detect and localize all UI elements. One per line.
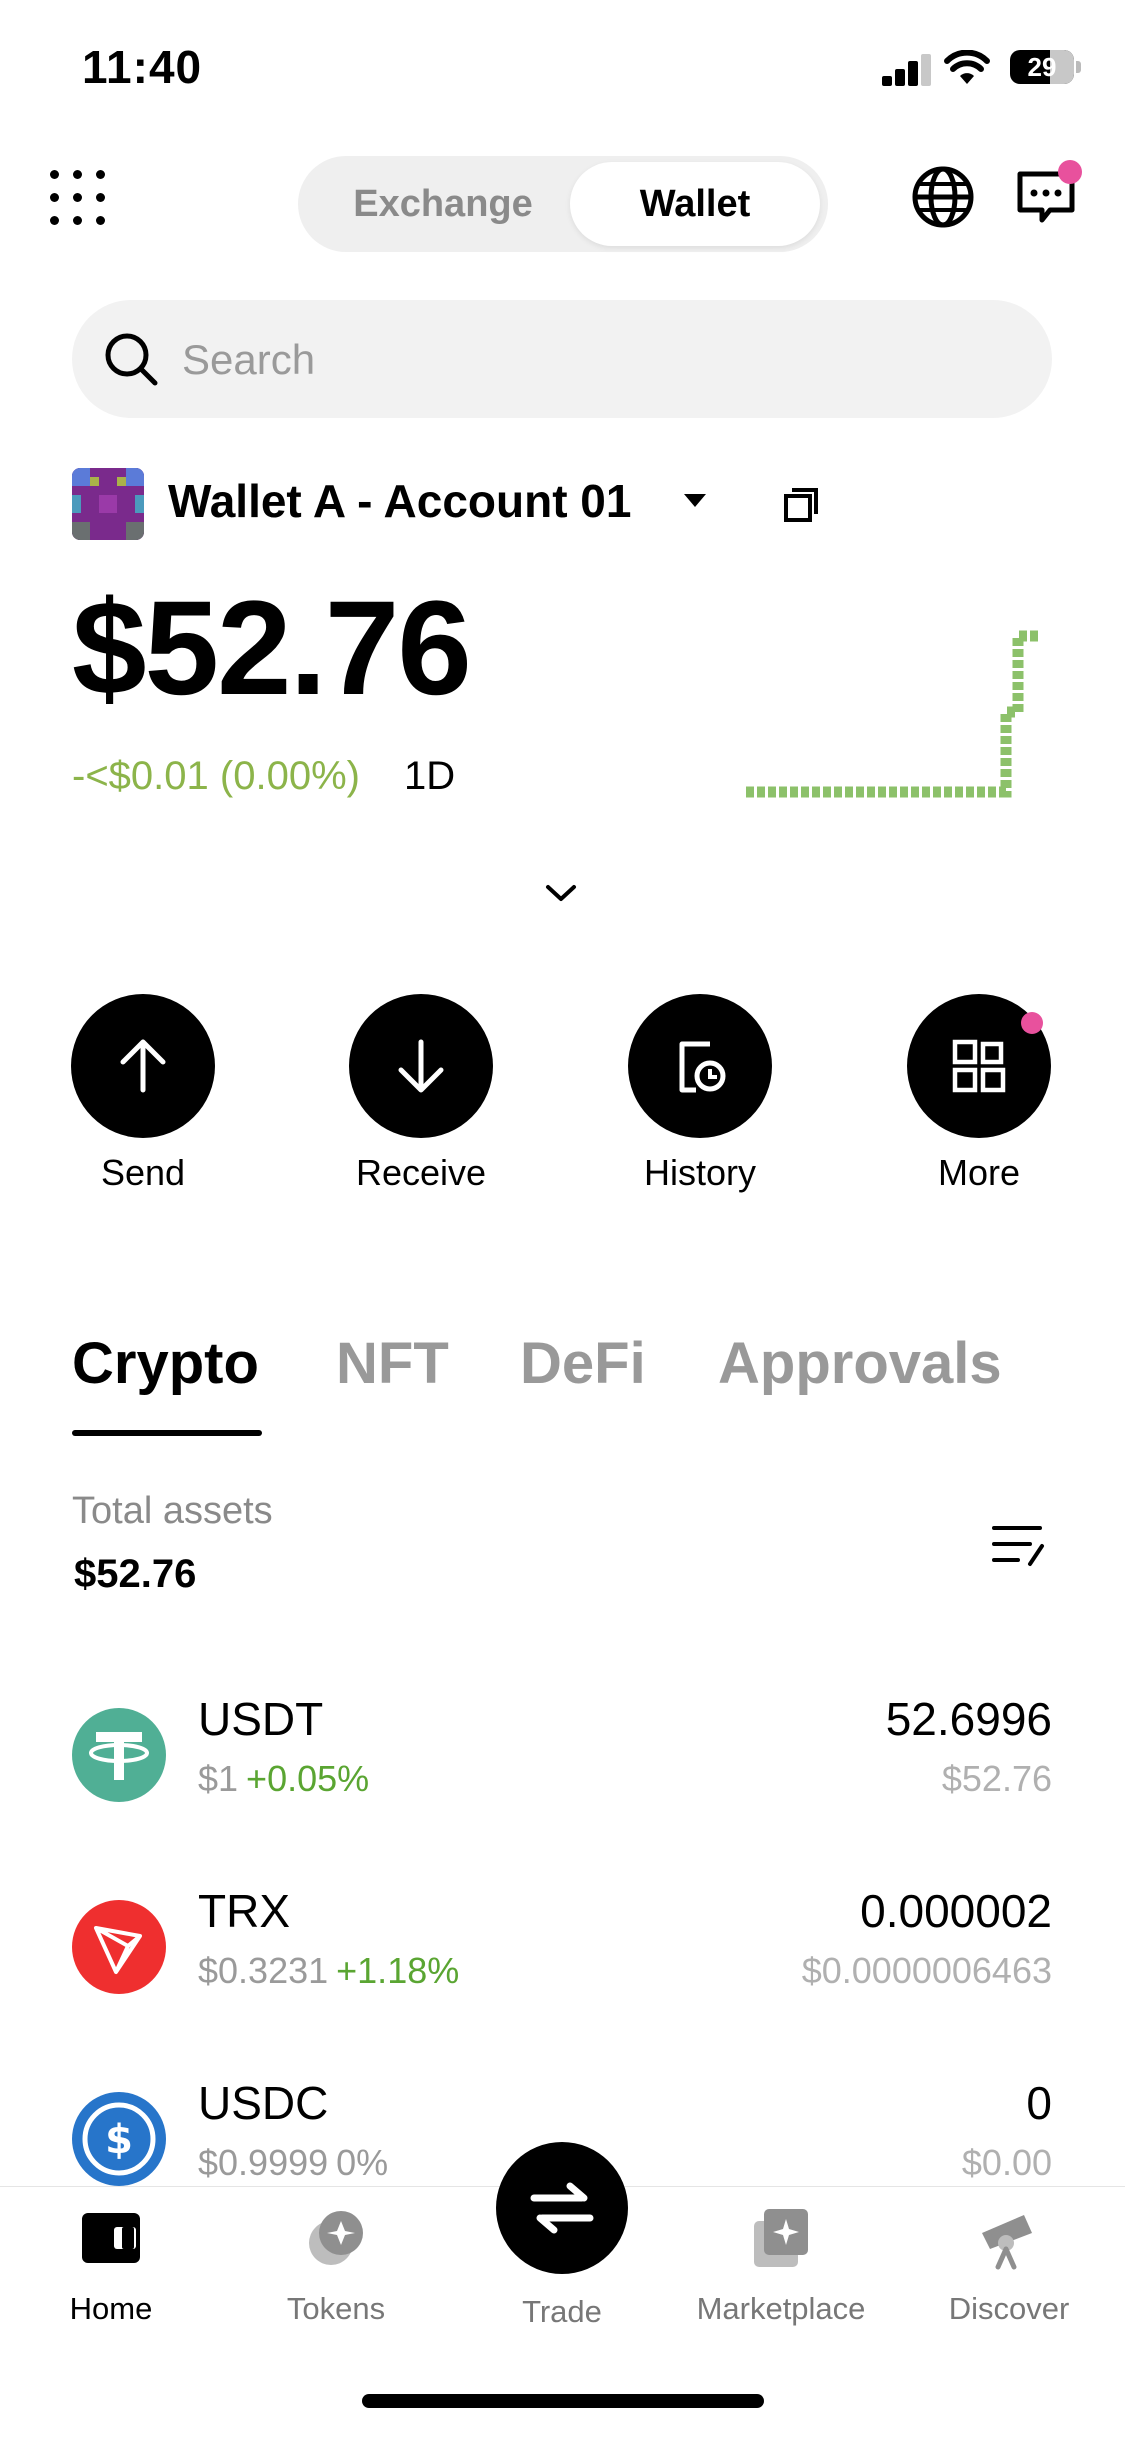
tab-nft[interactable]: NFT — [336, 1330, 449, 1397]
active-tab-indicator — [72, 1430, 262, 1436]
send-button[interactable]: Send — [68, 994, 218, 1194]
tab-crypto[interactable]: Crypto — [72, 1330, 259, 1397]
asset-row-usdt[interactable]: USDT $1 +0.05% 52.6996 $52.76 — [72, 1690, 1052, 1820]
asset-value: $0.00 — [961, 2142, 1052, 2183]
period-selector[interactable]: 1D — [404, 754, 455, 799]
asset-change: +1.18% — [336, 1950, 460, 1991]
asset-price: $1 — [198, 1758, 239, 1799]
usdc-logo-icon: $ — [72, 2092, 166, 2186]
usdt-logo-icon — [72, 1708, 166, 1802]
history-label: History — [643, 1152, 756, 1193]
search-bar[interactable] — [72, 300, 1052, 420]
more-button[interactable]: More — [904, 994, 1054, 1194]
account-name[interactable]: Wallet A - Account 01 — [168, 474, 631, 528]
tokens-icon — [309, 2211, 363, 2265]
avatar[interactable] — [72, 468, 144, 540]
nav-marketplace-label: Marketplace — [696, 2291, 866, 2326]
grid-menu-icon[interactable] — [50, 170, 106, 226]
marketplace-icon — [754, 2209, 808, 2267]
battery-level: 29 — [1027, 52, 1057, 82]
asset-value: $52.76 — [941, 1758, 1052, 1799]
total-assets-value: $52.76 — [74, 1552, 197, 1596]
segment-wallet[interactable]: Wallet — [570, 162, 820, 246]
chevron-down-icon[interactable] — [684, 494, 706, 507]
asset-amount: 0.000002 — [860, 1885, 1052, 1937]
svg-text:$: $ — [105, 2117, 133, 2163]
copy-icon[interactable] — [782, 484, 822, 524]
receive-label: Receive — [355, 1152, 487, 1193]
swap-arrows-icon — [530, 2182, 594, 2234]
total-balance: $52.76 — [72, 574, 472, 723]
send-label: Send — [100, 1152, 186, 1193]
battery-tip — [1076, 61, 1081, 73]
asset-change: +0.05% — [246, 1758, 370, 1799]
asset-price: $0.9999 — [198, 2142, 329, 2183]
trade-button[interactable] — [496, 2142, 628, 2274]
asset-price-line: $1 +0.05% — [198, 1758, 369, 1800]
nav-home-label: Home — [69, 2291, 153, 2326]
asset-amount: 0 — [1026, 2077, 1052, 2129]
apps-grid-icon — [952, 1039, 1006, 1093]
wifi-icon — [944, 50, 990, 84]
sort-filter-icon[interactable] — [990, 1520, 1046, 1570]
nav-tokens[interactable]: Tokens — [251, 2205, 421, 2327]
arrow-down-icon — [398, 1039, 444, 1093]
expand-chevron-icon[interactable] — [544, 882, 578, 904]
battery-icon: 29 — [1010, 50, 1074, 84]
history-button[interactable]: History — [625, 994, 775, 1194]
notification-dot — [1058, 160, 1082, 184]
cellular-signal-icon — [882, 52, 931, 86]
segment-exchange[interactable]: Exchange — [318, 156, 568, 252]
asset-price: $0.3231 — [198, 1950, 329, 1991]
tab-defi[interactable]: DeFi — [520, 1330, 646, 1397]
status-time: 11:40 — [82, 41, 203, 93]
nav-home[interactable]: Home — [26, 2205, 196, 2327]
asset-price-line: $0.9999 0% — [198, 2142, 388, 2184]
more-label: More — [937, 1152, 1021, 1193]
receive-button[interactable]: Receive — [346, 994, 496, 1194]
search-input[interactable] — [180, 300, 984, 420]
balance-sparkline — [746, 630, 1040, 798]
asset-amount: 52.6996 — [885, 1693, 1052, 1745]
history-icon — [679, 1041, 726, 1093]
arrow-up-icon — [120, 1039, 166, 1093]
asset-symbol: USDC — [198, 2077, 329, 2129]
search-icon — [105, 333, 158, 386]
nav-discover[interactable]: Discover — [924, 2205, 1094, 2327]
notification-dot — [1021, 1012, 1043, 1034]
home-indicator[interactable] — [362, 2394, 764, 2408]
nav-marketplace[interactable]: Marketplace — [696, 2205, 866, 2327]
tab-approvals[interactable]: Approvals — [718, 1330, 1002, 1397]
asset-symbol: USDT — [198, 1693, 324, 1745]
telescope-icon — [982, 2215, 1032, 2270]
asset-change: 0% — [336, 2142, 389, 2183]
mode-segmented-control: Exchange Wallet — [298, 156, 828, 252]
nav-discover-label: Discover — [948, 2291, 1070, 2326]
asset-row-trx[interactable]: TRX $0.3231 +1.18% 0.000002 $0.0000006463 — [72, 1882, 1052, 2012]
nav-tokens-label: Tokens — [286, 2291, 386, 2326]
asset-value: $0.0000006463 — [801, 1950, 1052, 1991]
total-assets-label: Total assets — [72, 1490, 273, 1532]
wallet-home-icon — [82, 2213, 140, 2263]
asset-symbol: TRX — [198, 1885, 290, 1937]
trx-logo-icon — [72, 1900, 166, 1994]
balance-change: -<$0.01 (0.00%) — [72, 754, 360, 798]
asset-price-line: $0.3231 +1.18% — [198, 1950, 459, 1992]
nav-trade-label: Trade — [522, 2294, 602, 2329]
globe-icon[interactable] — [910, 164, 976, 230]
